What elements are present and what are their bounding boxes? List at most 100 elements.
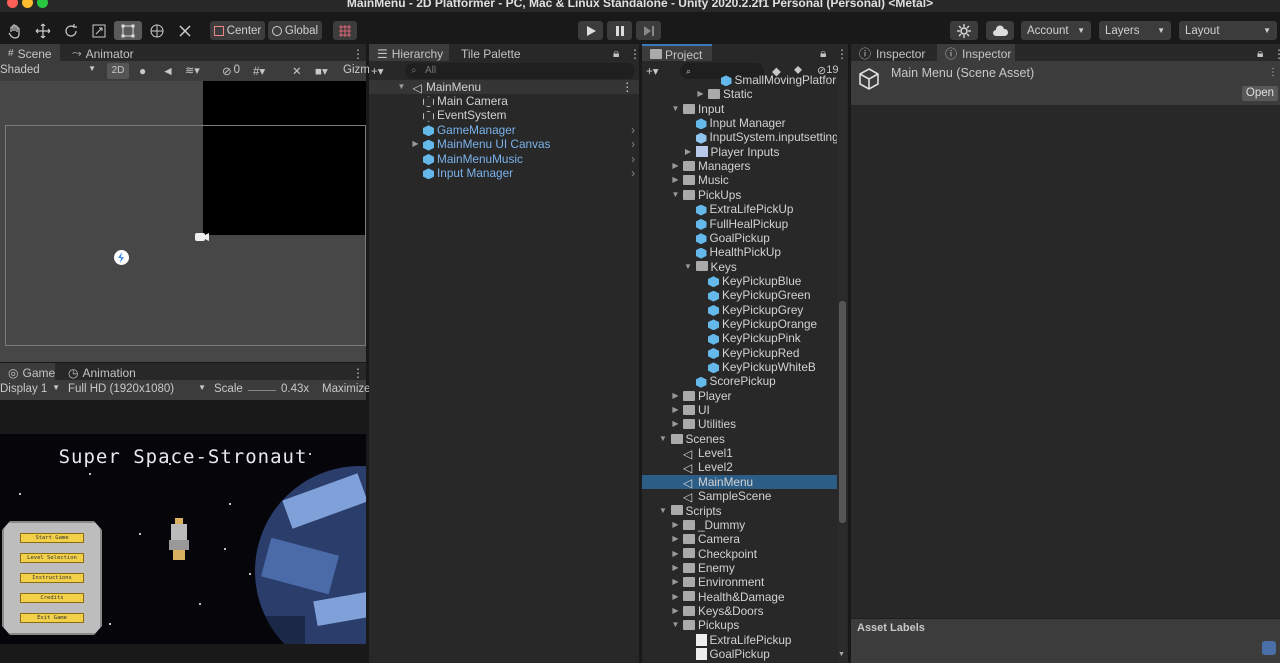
project-item[interactable]: KeyPickupOrange	[642, 317, 837, 331]
project-item[interactable]: ▼ Scenes	[642, 432, 837, 446]
hierarchy-item[interactable]: Input Manager ›	[369, 166, 639, 180]
open-button[interactable]: Open	[1242, 86, 1278, 101]
project-item[interactable]: ▶ Utilities	[642, 417, 837, 431]
expanded-arrow-icon[interactable]: ▼	[683, 260, 694, 274]
collapsed-arrow-icon[interactable]: ▶	[670, 403, 681, 417]
audio-toggle[interactable]: ◄	[162, 64, 174, 78]
project-item[interactable]: KeyPickupPink	[642, 331, 837, 345]
collapsed-arrow-icon[interactable]: ▶	[670, 518, 681, 532]
project-item[interactable]: ▼ Scripts	[642, 504, 837, 518]
hierarchy-item[interactable]: EventSystem	[369, 108, 639, 122]
hierarchy-search-input[interactable]: ⌕ All	[405, 63, 635, 79]
project-scrollbar-track[interactable]: ▼	[838, 81, 847, 661]
project-item[interactable]: ▶ Camera	[642, 532, 837, 546]
collapsed-arrow-icon[interactable]: ▶	[670, 159, 681, 173]
more-icon[interactable]: ⋮	[1268, 67, 1278, 78]
camera-dropdown[interactable]: ■▾	[315, 64, 328, 78]
rect-tool-button[interactable]	[114, 21, 142, 40]
grid-snap-button[interactable]	[333, 21, 357, 40]
tools-toggle[interactable]: ✕	[292, 64, 302, 78]
project-scrollbar-thumb[interactable]	[839, 301, 846, 523]
project-item[interactable]: ▶ Enemy	[642, 561, 837, 575]
transform-tool-button[interactable]	[144, 21, 170, 40]
project-item[interactable]: ▶ _Dummy	[642, 518, 837, 532]
project-item[interactable]: ExtraLifePickup	[642, 633, 837, 647]
project-item[interactable]: ▼ PickUps	[642, 188, 837, 202]
expanded-arrow-icon[interactable]: ▼	[658, 432, 669, 446]
project-item[interactable]: ▼ Input	[642, 102, 837, 116]
collapsed-arrow-icon[interactable]: ▶	[670, 389, 681, 403]
package-manager-button[interactable]	[950, 21, 978, 40]
collapsed-arrow-icon[interactable]: ▶	[670, 604, 681, 618]
grid-toggle[interactable]: #▾	[253, 64, 265, 78]
hand-tool-button[interactable]	[2, 21, 28, 40]
project-item[interactable]: GoalPickup	[642, 647, 837, 661]
project-item[interactable]: KeyPickupRed	[642, 346, 837, 360]
hierarchy-item[interactable]: Main Camera	[369, 94, 639, 108]
create-dropdown[interactable]: +▾	[371, 64, 399, 78]
collapsed-arrow-icon[interactable]: ▶	[410, 137, 421, 151]
expanded-arrow-icon[interactable]: ▼	[670, 618, 681, 632]
hierarchy-item[interactable]: ▶ MainMenu UI Canvas ›	[369, 137, 639, 151]
project-item[interactable]: ▼ Pickups	[642, 618, 837, 632]
project-item[interactable]: ▶ Music	[642, 173, 837, 187]
project-item[interactable]: ▶ Static	[642, 87, 837, 101]
project-item[interactable]: ◁ Level2	[642, 460, 837, 475]
project-item[interactable]: ▶ Player Inputs	[642, 145, 837, 159]
project-item[interactable]: ▶ Player	[642, 389, 837, 403]
account-dropdown[interactable]: Account ▼	[1021, 21, 1091, 40]
exit-game-button[interactable]: Exit Game	[20, 613, 84, 623]
collapsed-arrow-icon[interactable]: ▶	[670, 561, 681, 575]
collapsed-arrow-icon[interactable]: ▶	[683, 145, 694, 159]
project-item[interactable]: ▶ Keys&Doors	[642, 604, 837, 618]
expanded-arrow-icon[interactable]: ▼	[658, 504, 669, 518]
project-item[interactable]: ▶ Environment	[642, 575, 837, 589]
project-item[interactable]: ◁ Level1	[642, 446, 837, 461]
open-prefab-arrow-icon[interactable]: ›	[631, 152, 635, 166]
gizmos-dropdown[interactable]: Gizm	[343, 64, 370, 76]
scroll-down-arrow-icon[interactable]: ▼	[838, 651, 845, 658]
layout-dropdown[interactable]: Layout ▼	[1179, 21, 1277, 40]
project-item[interactable]: ◁ SampleScene	[642, 489, 837, 504]
pivot-center-toggle[interactable]: Center	[210, 21, 265, 40]
project-item[interactable]: ◁ MainMenu	[642, 474, 837, 490]
project-item[interactable]: InputSystem.inputsettings	[642, 130, 837, 144]
project-item[interactable]: ▶ Managers	[642, 159, 837, 173]
collapsed-arrow-icon[interactable]: ▶	[670, 173, 681, 187]
cloud-button[interactable]	[986, 21, 1014, 40]
collapsed-arrow-icon[interactable]: ▶	[670, 590, 681, 604]
project-item[interactable]: ExtraLifePickUp	[642, 202, 837, 216]
level-selection-button[interactable]: Level Selection	[20, 553, 84, 563]
project-item[interactable]: ▼ Keys	[642, 260, 837, 274]
project-item[interactable]: KeyPickupGrey	[642, 303, 837, 317]
step-button[interactable]	[636, 21, 661, 40]
project-item[interactable]: ▶ Checkpoint	[642, 547, 837, 561]
move-tool-button[interactable]	[30, 21, 56, 40]
play-button[interactable]	[578, 21, 603, 40]
shading-mode-dropdown[interactable]: Shaded ▼	[0, 64, 100, 78]
collapsed-arrow-icon[interactable]: ▶	[670, 532, 681, 546]
expanded-arrow-icon[interactable]: ▼	[670, 102, 681, 116]
lighting-toggle[interactable]: ●	[139, 64, 146, 78]
scene-view[interactable]	[0, 81, 366, 362]
hierarchy-item[interactable]: GameManager ›	[369, 123, 639, 137]
project-item[interactable]: ScorePickup	[642, 374, 837, 388]
project-item[interactable]: Input Manager	[642, 116, 837, 130]
credits-button[interactable]: Credits	[20, 593, 84, 603]
instructions-button[interactable]: Instructions	[20, 573, 84, 583]
scale-tool-button[interactable]	[86, 21, 112, 40]
project-item[interactable]: FullHealPickup	[642, 217, 837, 231]
effects-dropdown[interactable]: ≋▾	[185, 64, 200, 77]
more-icon[interactable]: ⋮	[621, 80, 633, 94]
collapsed-arrow-icon[interactable]: ▶	[695, 87, 706, 101]
rotate-tool-button[interactable]	[58, 21, 84, 40]
project-item[interactable]: ▶ UI	[642, 403, 837, 417]
2d-mode-toggle[interactable]: 2D	[107, 63, 129, 79]
collapsed-arrow-icon[interactable]: ▶	[670, 575, 681, 589]
project-item[interactable]: GoalPickup	[642, 231, 837, 245]
maximize-toggle[interactable]: Maximize	[322, 383, 371, 395]
display-dropdown[interactable]: Display 1 ▼	[0, 383, 62, 395]
scene-visibility-toggle[interactable]: ⊘ 0	[222, 64, 240, 78]
project-item[interactable]: KeyPickupGreen	[642, 288, 837, 302]
collapsed-arrow-icon[interactable]: ▶	[670, 547, 681, 561]
